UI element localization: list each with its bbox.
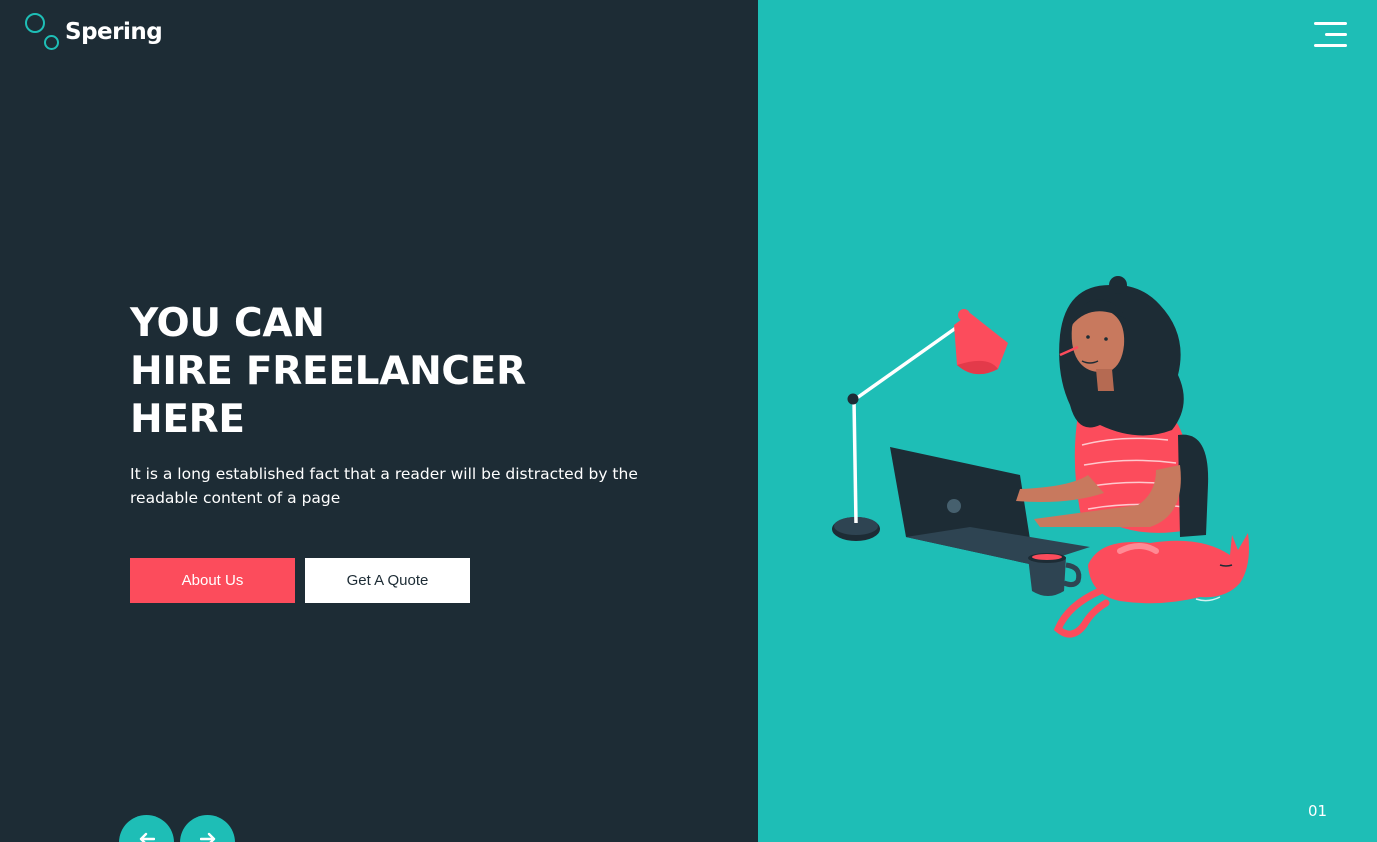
hero-page: Spering YOU CAN HIRE FREELANCER HERE It …	[0, 0, 1377, 842]
hamburger-menu-icon[interactable]	[1311, 20, 1349, 50]
hero-title-line: HERE	[130, 397, 245, 442]
hero-buttons: About Us Get A Quote	[130, 558, 470, 603]
woman-hair	[1059, 284, 1184, 436]
about-us-button[interactable]: About Us	[130, 558, 295, 603]
hero-content: YOU CAN HIRE FREELANCER HERE It is a lon…	[130, 300, 690, 510]
brand-name: Spering	[65, 19, 163, 45]
slider-next-button[interactable]	[180, 815, 235, 842]
hero-description: It is a long established fact that a rea…	[130, 465, 638, 507]
freelancer-illustration	[832, 276, 1249, 638]
brand-logo[interactable]: Spering	[24, 12, 163, 52]
cat	[1088, 533, 1249, 604]
bubbles-logo-icon	[24, 12, 62, 52]
hero-title-line: HIRE FREELANCER	[130, 349, 526, 394]
get-quote-button[interactable]: Get A Quote	[305, 558, 470, 603]
slider-arrows	[119, 815, 235, 842]
arrow-right-icon	[199, 832, 215, 842]
arrow-left-icon	[139, 832, 155, 842]
hero-title: YOU CAN HIRE FREELANCER HERE	[130, 300, 690, 444]
slide-number: 01	[1308, 802, 1328, 820]
hero-title-line: YOU CAN	[130, 301, 325, 346]
slider-prev-button[interactable]	[119, 815, 174, 842]
